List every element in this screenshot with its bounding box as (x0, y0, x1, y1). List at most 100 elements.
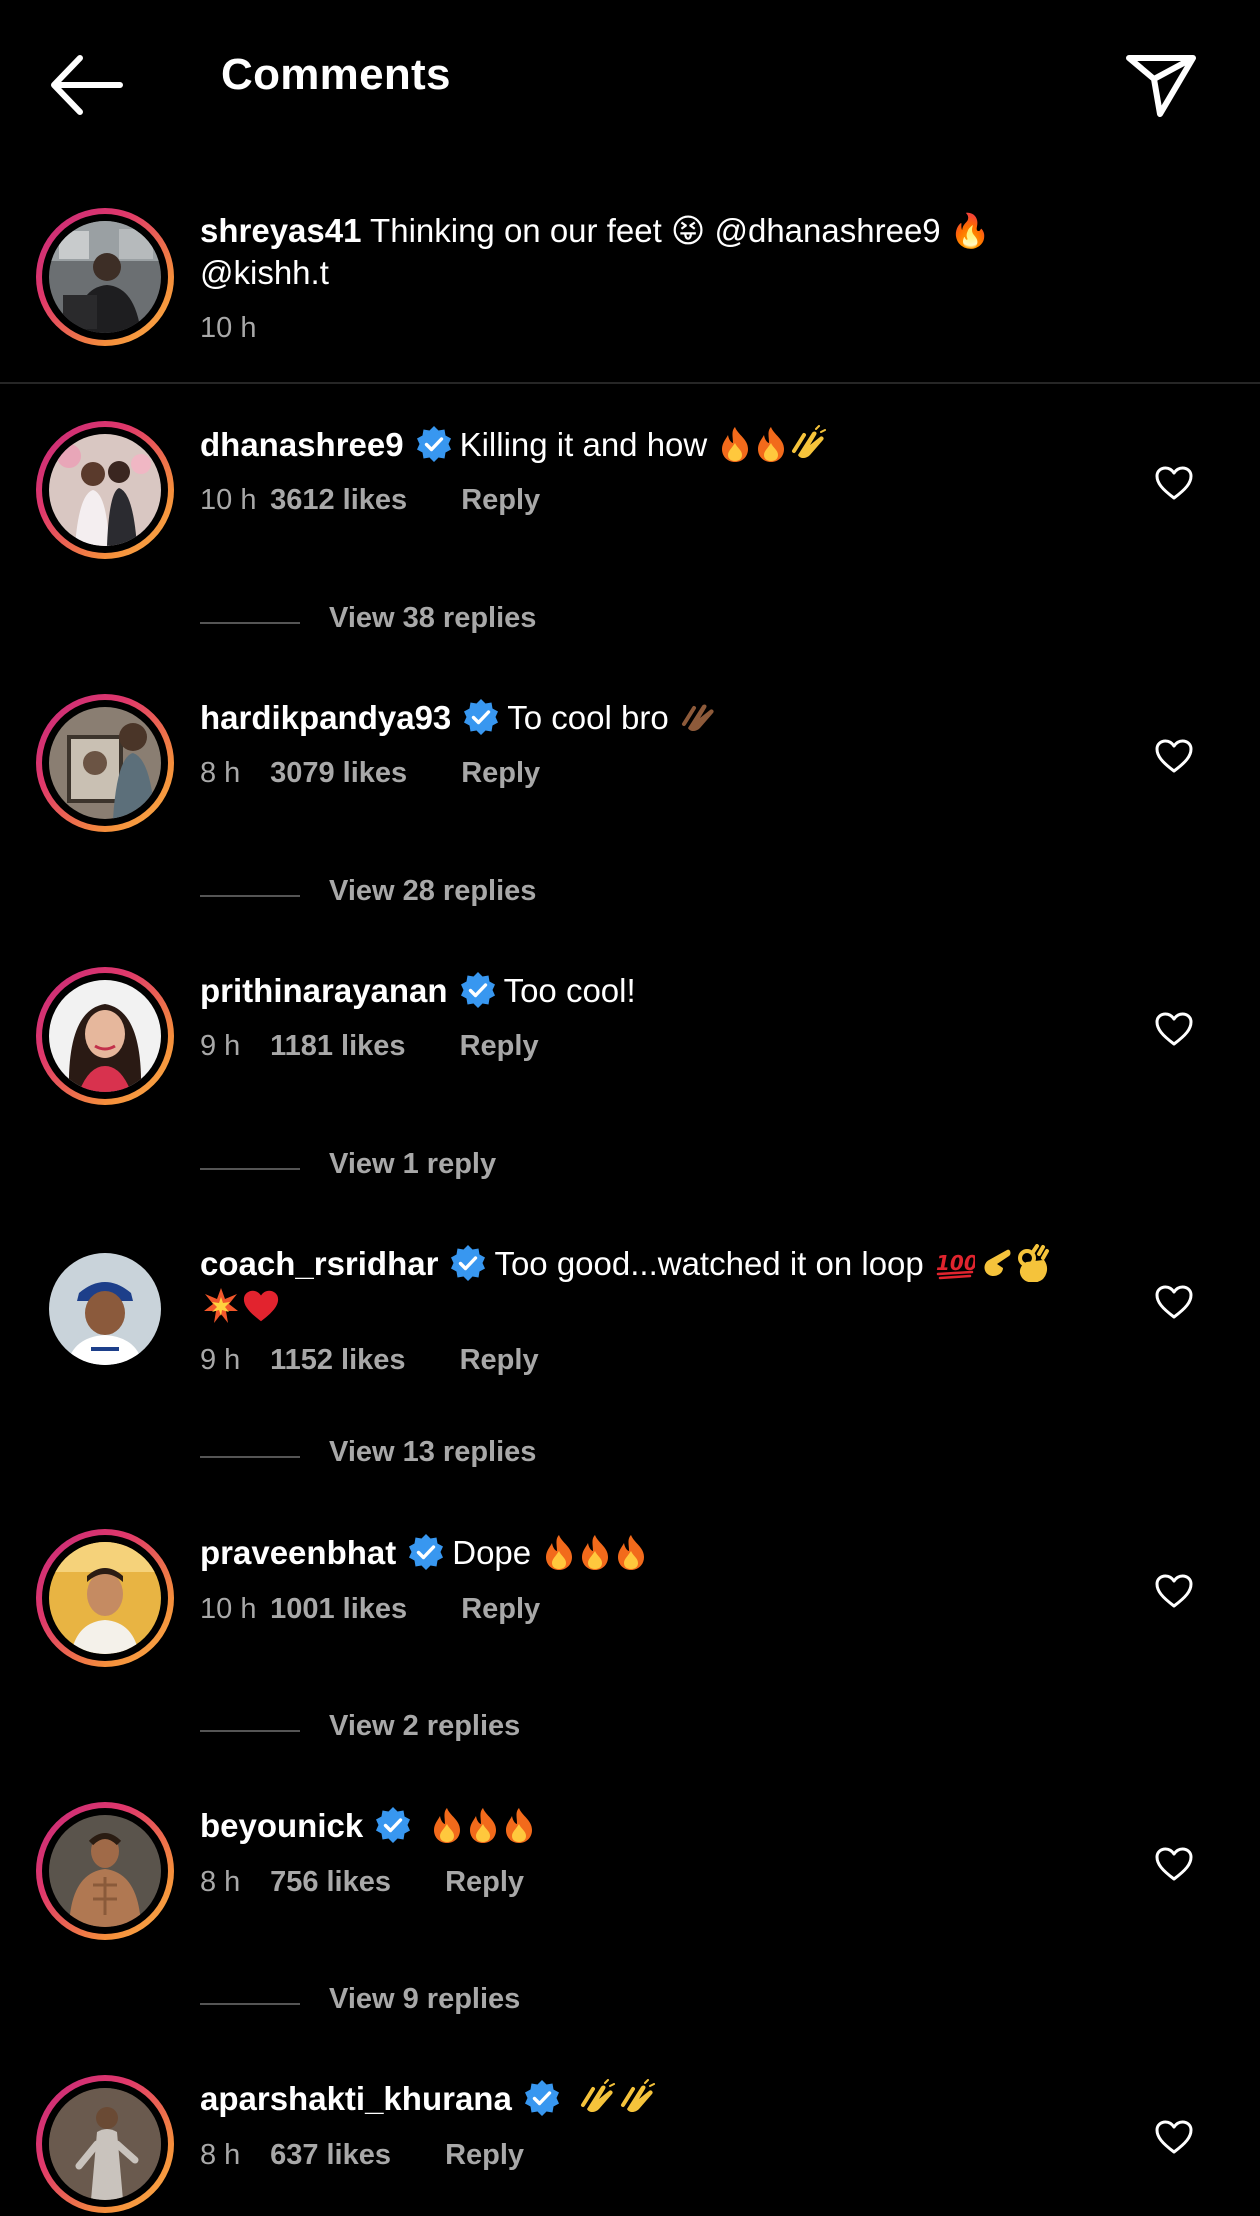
comment-time: 8 h (200, 757, 241, 789)
comment-text: aparshakti_khurana (200, 2078, 1100, 2120)
divider (200, 2003, 300, 2005)
collision-emoji-icon (204, 1288, 238, 1323)
comment-likes[interactable]: 3079 likes (270, 757, 407, 790)
reply-button[interactable]: Reply (445, 2139, 524, 2172)
verified-badge-icon (451, 1245, 486, 1281)
heart-outline-icon[interactable] (1154, 738, 1194, 774)
hundred-points-emoji-icon: 100 (936, 1251, 975, 1280)
comment-text-line2 (200, 1285, 1100, 1327)
comment-username[interactable]: aparshakti_khurana (200, 2080, 512, 2117)
caption-text: shreyas41 Thinking on our feet 😝 @dhanas… (200, 210, 1100, 252)
comment-username[interactable]: hardikpandya93 (200, 699, 451, 736)
heart-outline-icon[interactable] (1154, 1573, 1194, 1609)
back-button[interactable] (46, 52, 126, 118)
caption-username[interactable]: shreyas41 (200, 212, 361, 249)
paper-plane-icon (1126, 55, 1196, 117)
avatar[interactable] (36, 421, 174, 559)
fire-emoji-icon (546, 1535, 573, 1570)
heart-outline-icon[interactable] (1154, 1846, 1194, 1882)
comment-text: coach_rsridhar Too good...watched it on l… (200, 1243, 1100, 1285)
avatar[interactable] (36, 694, 174, 832)
view-replies-label: View 28 replies (329, 875, 537, 907)
comment-body: To cool bro (507, 699, 678, 736)
post-caption: shreyas41 Thinking on our feet 😝 @dhanas… (0, 200, 1260, 382)
clapping-hands-emoji-icon (681, 704, 714, 731)
page-title: Comments (221, 50, 451, 99)
avatar[interactable] (36, 1240, 174, 1378)
comment-username[interactable]: prithinarayanan (200, 972, 448, 1009)
caption-body: Thinking on our feet 😝 @dhanashree9 🔥 (361, 212, 991, 249)
fire-emoji-icon (434, 1808, 461, 1843)
comment-text: beyounick (200, 1805, 1100, 1847)
view-replies-label: View 2 replies (329, 1710, 521, 1742)
comment-username[interactable]: dhanashree9 (200, 426, 404, 463)
view-replies-label: View 13 replies (329, 1436, 537, 1468)
reply-button[interactable]: Reply (461, 1593, 540, 1626)
heart-outline-icon[interactable] (1154, 1011, 1194, 1047)
avatar[interactable] (36, 1802, 174, 1940)
avatar[interactable] (36, 2075, 174, 2213)
comment-body: Too good...watched it on loop (494, 1245, 933, 1282)
reply-button[interactable]: Reply (445, 1866, 524, 1899)
divider (200, 1456, 300, 1458)
comment-likes[interactable]: 1181 likes (270, 1030, 405, 1063)
share-button[interactable] (1124, 52, 1198, 120)
comment-meta: 10 h 1001 likes Reply (200, 1593, 540, 1626)
verified-badge-icon (460, 972, 495, 1008)
arrow-left-icon (51, 55, 123, 115)
comment-time: 8 h (200, 2139, 241, 2171)
clapping-hands-emoji-icon (620, 2079, 655, 2112)
comment-likes[interactable]: 1152 likes (270, 1344, 405, 1377)
divider (200, 1730, 300, 1732)
comment-likes[interactable]: 3612 likes (270, 484, 407, 517)
comment-username[interactable]: beyounick (200, 1807, 363, 1844)
reply-button[interactable]: Reply (460, 1030, 539, 1063)
comment-likes[interactable]: 756 likes (270, 1866, 391, 1899)
verified-badge-icon (416, 426, 451, 462)
avatar[interactable] (36, 967, 174, 1105)
divider (200, 895, 300, 897)
comment-username[interactable]: coach_rsridhar (200, 1245, 438, 1282)
verified-badge-icon (524, 2080, 559, 2116)
caption-mention[interactable]: @kishh.t (200, 252, 1100, 294)
top-bar: Comments (0, 0, 1260, 160)
reply-button[interactable]: Reply (460, 1344, 539, 1377)
fire-emoji-icon (582, 1535, 609, 1570)
comment-time: 10 h (200, 484, 257, 516)
comment-meta: 8 h 637 likes Reply (200, 2139, 524, 2172)
divider (200, 622, 300, 624)
view-replies-label: View 9 replies (329, 1983, 521, 2015)
comment-body: Dope (452, 1534, 541, 1571)
red-heart-emoji-icon (243, 1290, 279, 1322)
comment-body: Killing it and how (459, 426, 717, 463)
avatar[interactable] (36, 208, 174, 346)
verified-badge-icon (376, 1807, 411, 1843)
comment-time: 9 h (200, 1030, 241, 1062)
reply-button[interactable]: Reply (461, 484, 540, 517)
comment-time: 9 h (200, 1344, 241, 1376)
comment-username[interactable]: praveenbhat (200, 1534, 396, 1571)
heart-outline-icon[interactable] (1154, 1284, 1194, 1320)
comment-text: prithinarayanan Too cool! (200, 970, 1100, 1012)
heart-outline-icon[interactable] (1154, 465, 1194, 501)
heart-outline-icon[interactable] (1154, 2119, 1194, 2155)
comment-meta: 9 h 1152 likes Reply (200, 1344, 539, 1377)
caption-time: 10 h (200, 312, 257, 344)
divider (0, 382, 1260, 384)
view-replies-label: View 1 reply (329, 1148, 497, 1180)
comment-likes[interactable]: 1001 likes (270, 1593, 407, 1626)
comment-text: praveenbhat Dope (200, 1532, 1100, 1574)
fire-emoji-icon (470, 1808, 497, 1843)
fire-emoji-icon (506, 1808, 533, 1843)
ok-hand-emoji-icon (1017, 1244, 1049, 1282)
divider (200, 1168, 300, 1170)
avatar[interactable] (36, 1529, 174, 1667)
comment-body: Too cool! (503, 972, 636, 1009)
clapping-hands-emoji-icon (792, 425, 827, 458)
comment-likes[interactable]: 637 likes (270, 2139, 391, 2172)
comment-meta: 8 h 3079 likes Reply (200, 757, 540, 790)
reply-button[interactable]: Reply (461, 757, 540, 790)
fire-emoji-icon (722, 427, 749, 462)
fire-emoji-icon (758, 427, 785, 462)
comment-meta: 10 h 3612 likes Reply (200, 484, 540, 517)
